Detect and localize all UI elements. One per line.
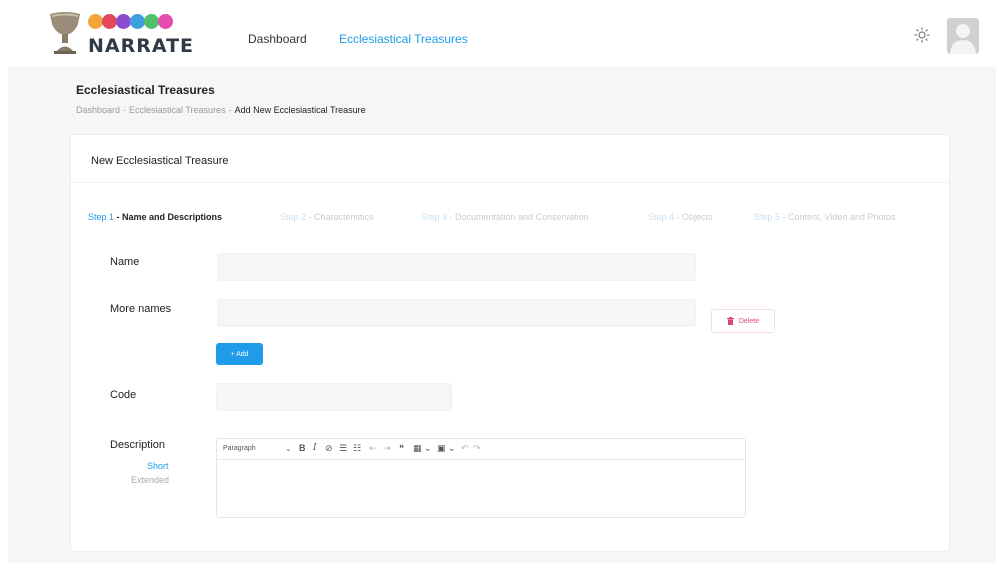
form-card: New Ecclesiastical Treasure Step 1 - Nam… [70,134,950,552]
description-extended-toggle[interactable]: Extended [131,475,169,485]
logo-dot [130,14,145,29]
step-separator: - [674,212,683,222]
breadcrumb-separator: - [228,105,232,115]
card-header: New Ecclesiastical Treasure [71,135,949,183]
indent-icon[interactable]: ⇥ [383,443,391,454]
code-input[interactable] [216,383,452,411]
name-input[interactable] [217,253,696,281]
step-number: Step 2 [280,212,307,222]
card-title: New Ecclesiastical Treasure [91,155,229,167]
breadcrumb-separator: - [123,105,127,115]
outdent-icon[interactable]: ⇤ [369,443,377,454]
nav-dashboard-link[interactable]: Dashboard [248,32,307,46]
step-label: Name and Descriptions [122,212,223,222]
step-4-tab[interactable]: Step 4 - Objects [648,212,713,222]
add-button[interactable]: + Add [216,343,263,365]
step-label: Characteristics [314,212,374,222]
step-number: Step 1 [88,212,115,222]
italic-button[interactable]: I [313,443,317,453]
bold-button[interactable]: B [299,443,306,453]
step-label: Objects [682,212,713,222]
bulleted-list-icon[interactable]: ☰ [339,443,347,454]
logo-dot [102,14,117,29]
step-separator: - [306,212,315,222]
step-number: Step 5 [754,212,781,222]
logo-dot [116,14,131,29]
top-navbar: NARRATE Dashboard Ecclesiastical Treasur… [0,0,1004,66]
numbered-list-icon[interactable]: ☷ [353,443,361,454]
breadcrumb-ecclesiastical[interactable]: Ecclesiastical Treasures [129,105,226,115]
delete-button-label: Delete [738,317,760,325]
step-separator: - [114,212,123,222]
paragraph-style-select[interactable]: Paragraph [223,445,256,452]
logo-dot [88,14,103,29]
redo-icon[interactable]: ↷ [473,443,481,454]
rich-text-editor[interactable]: Paragraph ⌄ B I ⊘ ☰ ☷ ⇤ ⇥ ❝ ▦ ⌄ ▣ ⌄ ↶ ↷ [216,438,746,518]
step-1-tab[interactable]: Step 1 - Name and Descriptions [88,212,222,222]
step-label: Documentation and Conservation [455,212,589,222]
user-avatar[interactable] [947,18,979,54]
link-icon[interactable]: ⊘ [325,443,333,454]
narrate-logo[interactable]: NARRATE [48,8,198,60]
step-separator: - [447,212,456,222]
insert-table-icon[interactable]: ▦ ⌄ [413,443,432,454]
breadcrumb-dashboard[interactable]: Dashboard [76,105,120,115]
blockquote-icon[interactable]: ❝ [399,443,404,454]
wizard-steps: Step 1 - Name and Descriptions Step 2 - … [88,212,948,228]
logo-dot [158,14,173,29]
more-names-input[interactable] [217,299,696,327]
step-5-tab[interactable]: Step 5 - Content, Video and Photos [754,212,895,222]
description-label: Description [110,439,166,451]
editor-toolbar: Paragraph ⌄ B I ⊘ ☰ ☷ ⇤ ⇥ ❝ ▦ ⌄ ▣ ⌄ ↶ ↷ [217,439,745,460]
chevron-down-icon[interactable]: ⌄ [285,444,292,453]
logo-dots [88,14,198,32]
editor-content-area[interactable] [217,460,745,517]
step-label: Content, Video and Photos [788,212,896,222]
step-3-tab[interactable]: Step 3 - Documentation and Conservation [421,212,589,222]
step-number: Step 3 [421,212,448,222]
step-separator: - [780,212,789,222]
code-label: Code [110,389,137,401]
chalice-icon [50,12,80,54]
logo-text: NARRATE [88,35,195,57]
logo-dot [144,14,159,29]
page-title: Ecclesiastical Treasures [76,83,215,97]
more-names-label: More names [110,303,172,315]
sun-icon[interactable] [914,27,930,43]
breadcrumb-current: Add New Ecclesiastical Treasure [234,105,366,115]
breadcrumb: Dashboard - Ecclesiastical Treasures - Add N… [76,105,366,115]
undo-icon[interactable]: ↶ [461,443,469,454]
step-number: Step 4 [648,212,675,222]
add-button-label: + Add [230,350,249,358]
description-short-toggle[interactable]: Short [147,461,169,471]
nav-ecclesiastical-link[interactable]: Ecclesiastical Treasures [339,32,468,46]
step-2-tab[interactable]: Step 2 - Characteristics [280,212,374,222]
page-content: Ecclesiastical Treasures Dashboard - Eccle… [8,66,996,563]
trash-icon [726,317,734,325]
insert-media-icon[interactable]: ▣ ⌄ [437,443,456,454]
name-label: Name [110,256,140,268]
delete-button[interactable]: Delete [711,309,775,333]
user-silhouette-icon [950,24,976,54]
